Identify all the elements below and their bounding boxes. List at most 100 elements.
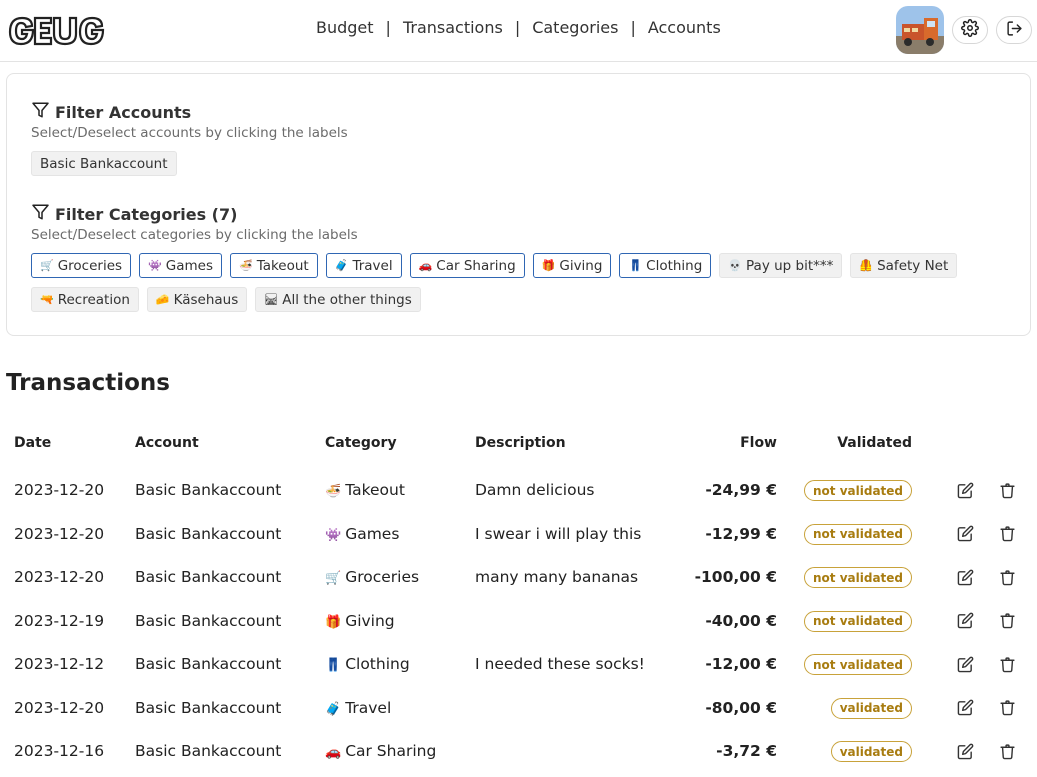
nav-categories[interactable]: Categories <box>532 18 618 37</box>
nav-separator: | <box>630 18 636 37</box>
logout-button[interactable] <box>996 16 1032 44</box>
category-chip[interactable]: 🍜 Takeout <box>229 253 318 278</box>
row-date: 2023-12-20 <box>14 698 105 717</box>
settings-button[interactable] <box>952 16 988 44</box>
column-header-date[interactable]: Date <box>14 435 51 451</box>
table-row[interactable]: 2023-12-20 Basic Bankaccount 🛒 Groceries man… <box>0 556 1037 599</box>
table-row[interactable]: 2023-12-19 Basic Bankaccount 🎁 Giving -40,00… <box>0 600 1037 643</box>
category-chip[interactable]: 🛒 Groceries <box>31 253 132 278</box>
category-emoji-icon: 🧀 <box>155 293 170 306</box>
row-category-label: Groceries <box>345 568 420 586</box>
filter-accounts-title-text: Filter Accounts <box>55 102 192 122</box>
category-emoji-icon: 👖 <box>325 658 342 673</box>
nav-budget[interactable]: Budget <box>316 18 374 37</box>
chip-label: Games <box>165 257 213 274</box>
column-header-description[interactable]: Description <box>475 435 566 451</box>
edit-icon[interactable] <box>954 697 976 719</box>
category-emoji-icon: 🛤 <box>264 293 279 306</box>
status-badge[interactable]: not validated <box>804 654 912 675</box>
category-chip[interactable]: 🎁 Giving <box>532 253 612 278</box>
status-badge[interactable]: not validated <box>804 610 912 632</box>
table-row[interactable]: 2023-12-16 Basic Bankaccount 🚗 Car Sharing -… <box>0 730 1037 773</box>
row-flow: -12,00 € <box>705 655 777 673</box>
row-flow: -100,00 € <box>694 568 777 586</box>
status-badge[interactable]: validated <box>830 697 912 719</box>
row-account: Basic Bankaccount <box>135 481 282 499</box>
trash-icon[interactable] <box>996 610 1018 632</box>
trash-icon[interactable] <box>996 697 1018 719</box>
nav-accounts[interactable]: Accounts <box>648 18 721 37</box>
category-chip[interactable]: 🦺 Safety Net <box>850 253 958 278</box>
row-date: 2023-12-12 <box>14 655 105 673</box>
category-chip[interactable]: 🧀 Käsehaus <box>146 287 248 312</box>
table-row[interactable]: 2023-12-20 Basic Bankaccount 👾 Games I swear… <box>0 513 1037 556</box>
row-category: 🛒 Groceries <box>325 568 419 586</box>
chip-label: Takeout <box>256 257 309 274</box>
row-flow: -3,72 € <box>716 742 777 760</box>
category-chip[interactable]: 🛤 All the other things <box>255 287 421 312</box>
column-header-flow[interactable]: Flow <box>700 435 777 451</box>
category-chip[interactable]: 🚗 Car Sharing <box>409 253 525 278</box>
status-badge[interactable]: validated <box>830 741 912 762</box>
edit-icon[interactable] <box>954 523 976 545</box>
table-row[interactable]: 2023-12-12 Basic Bankaccount 👖 Clothing I ne… <box>0 643 1037 686</box>
trash-icon[interactable] <box>996 740 1018 762</box>
category-emoji-icon: 🦺 <box>859 259 874 272</box>
row-date: 2023-12-20 <box>14 568 105 586</box>
category-chip[interactable]: 💀 Pay up bit*** <box>719 253 843 278</box>
category-emoji-icon: 🧳 <box>325 701 342 717</box>
logo-icon[interactable] <box>6 12 108 48</box>
row-category-label: Giving <box>345 611 395 630</box>
filter-icon <box>31 101 55 123</box>
account-chip[interactable]: Basic Bankaccount <box>31 151 177 176</box>
row-flow: -80,00 € <box>705 698 777 717</box>
trash-icon[interactable] <box>996 479 1018 501</box>
category-chip[interactable]: 👖 Clothing <box>619 253 712 278</box>
status-badge[interactable]: not validated <box>804 567 912 588</box>
row-account: Basic Bankaccount <box>135 611 282 630</box>
column-header-validated[interactable]: Validated <box>800 435 912 451</box>
row-date: 2023-12-16 <box>14 742 105 760</box>
row-category: 👖 Clothing <box>325 655 410 673</box>
column-header-account[interactable]: Account <box>135 435 199 451</box>
edit-icon[interactable] <box>954 479 976 501</box>
status-badge[interactable]: not validated <box>804 480 912 501</box>
row-account: Basic Bankaccount <box>135 698 282 717</box>
edit-icon[interactable] <box>954 740 976 762</box>
avatar[interactable] <box>896 6 944 54</box>
edit-icon[interactable] <box>954 610 976 632</box>
chip-label: All the other things <box>282 291 412 308</box>
trash-icon[interactable] <box>996 653 1018 675</box>
edit-icon[interactable] <box>954 653 976 675</box>
category-chip-list: 🛒 Groceries 👾 Games 🍜 Takeout 🧳 Travel 🚗 Car Shar… <box>31 253 965 278</box>
chip-label: Car Sharing <box>436 257 516 274</box>
category-chip[interactable]: 🔫 Recreation <box>31 287 139 312</box>
category-emoji-icon: 🍜 <box>325 484 342 499</box>
filter-icon <box>31 203 55 225</box>
edit-icon[interactable] <box>954 566 976 588</box>
status-badge[interactable]: not validated <box>804 523 912 545</box>
trash-icon[interactable] <box>996 566 1018 588</box>
table-row[interactable]: 2023-12-20 Basic Bankaccount 🍜 Takeout Damn … <box>0 469 1037 512</box>
table-row[interactable]: 2023-12-20 Basic Bankaccount 🧳 Travel -80,00… <box>0 687 1037 730</box>
column-header-category[interactable]: Category <box>325 435 397 451</box>
row-category-label: Games <box>345 524 400 543</box>
row-description: I needed these socks! <box>475 655 645 673</box>
chip-label: Groceries <box>57 257 123 274</box>
row-category: 🧳 Travel <box>325 699 391 717</box>
category-emoji-icon: 🎁 <box>325 614 342 630</box>
row-date: 2023-12-20 <box>14 481 105 499</box>
row-flow: -40,00 € <box>705 611 777 630</box>
row-category-label: Clothing <box>345 655 410 673</box>
category-emoji-icon: 🧳 <box>334 259 349 272</box>
chip-label: Safety Net <box>877 257 949 274</box>
main-nav: Budget | Transactions | Categories | Acc… <box>316 18 721 37</box>
row-category: 🚗 Car Sharing <box>325 742 436 760</box>
row-description: I swear i will play this <box>475 524 642 543</box>
row-date: 2023-12-19 <box>14 611 105 630</box>
nav-separator: | <box>385 18 391 37</box>
category-chip[interactable]: 🧳 Travel <box>325 253 402 278</box>
trash-icon[interactable] <box>996 523 1018 545</box>
nav-transactions[interactable]: Transactions <box>403 18 503 37</box>
category-chip[interactable]: 👾 Games <box>139 253 222 278</box>
